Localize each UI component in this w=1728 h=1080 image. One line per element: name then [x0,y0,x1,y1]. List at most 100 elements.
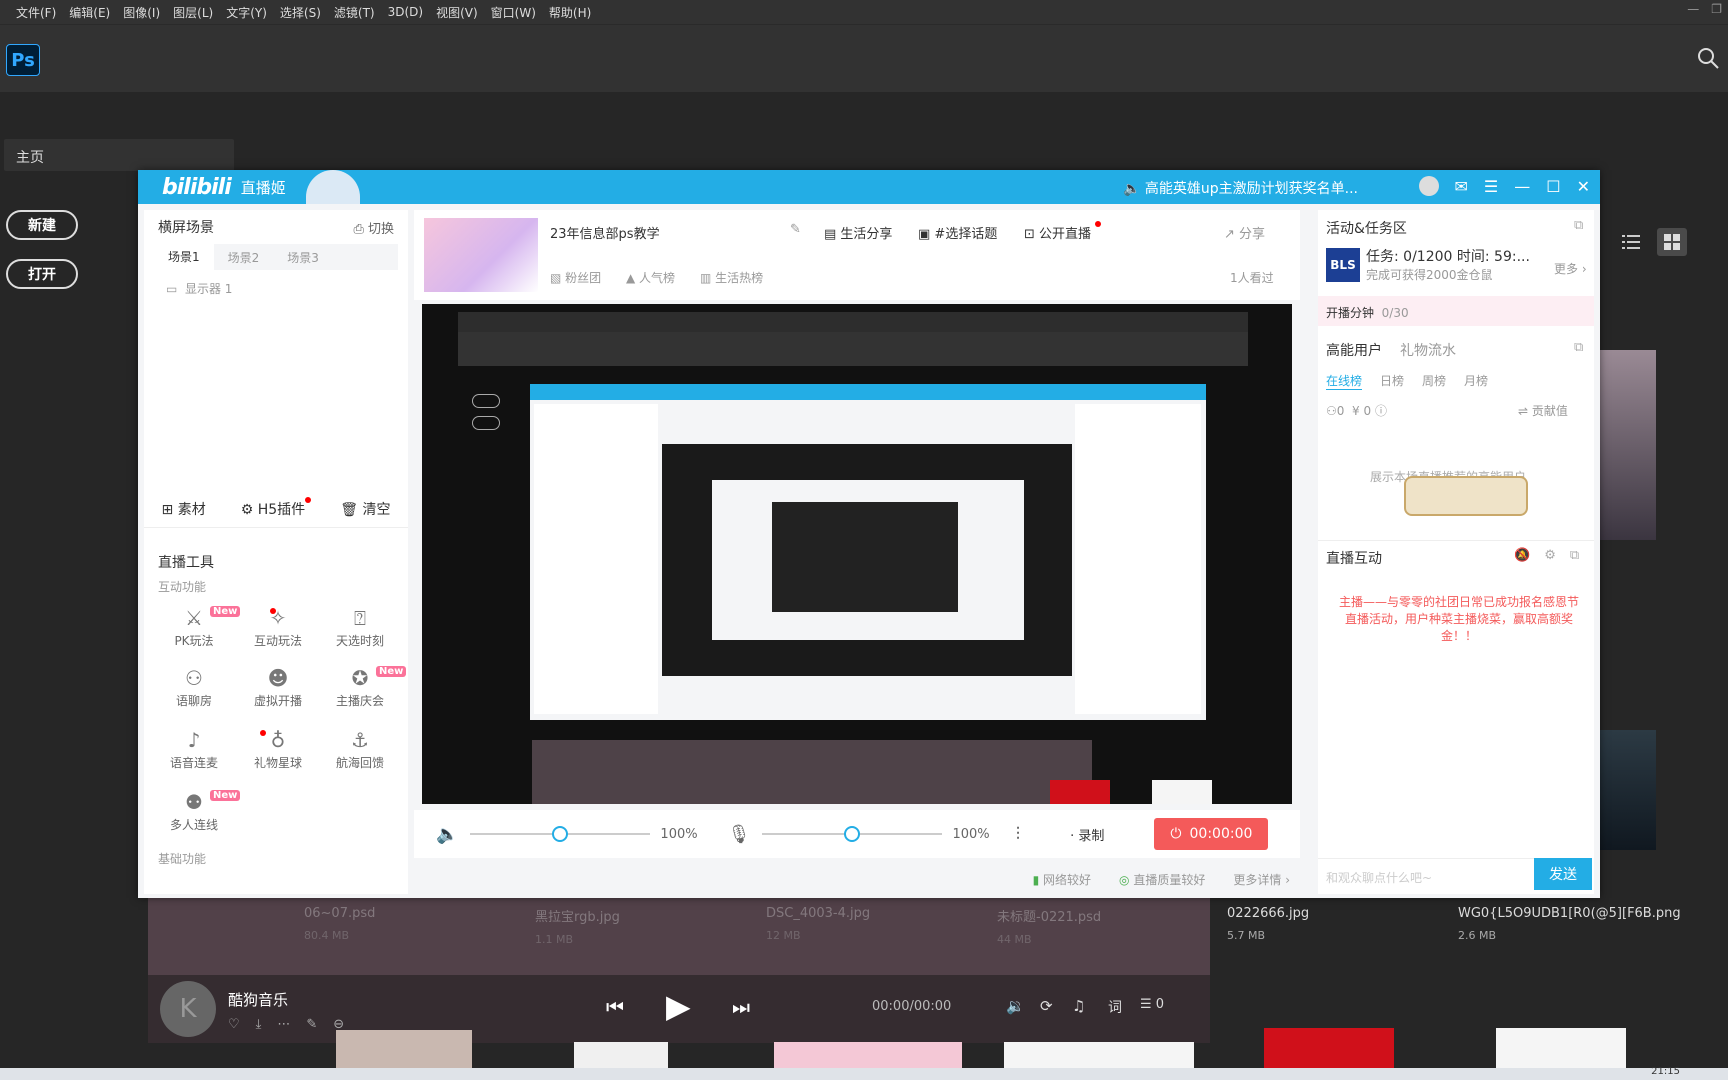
avatar[interactable] [1418,176,1439,196]
tool-virtual-live[interactable]: ☻ 虚拟开播 [238,666,318,709]
search-icon[interactable] [1696,46,1720,70]
menu-window[interactable]: 窗口(W) [491,4,536,21]
file-thumbnail[interactable] [336,1030,472,1068]
file-thumbnail[interactable] [574,1042,668,1068]
menu-help[interactable]: 帮助(H) [549,4,591,21]
maximize-icon[interactable]: ☐ [1546,177,1560,196]
menu-edit[interactable]: 编辑(E) [69,4,110,21]
menu-3d[interactable]: 3D(D) [388,5,423,19]
contribution-sort[interactable]: ⇌ 贡献值 [1518,402,1568,419]
menu-icon[interactable]: ☰ [1484,177,1498,196]
ps-home-nav[interactable]: 主页 [4,139,234,171]
edit-icon[interactable]: ✎ [790,222,801,237]
send-button[interactable]: 发送 [1534,858,1592,890]
menu-file[interactable]: 文件(F) [16,4,56,21]
minimize-icon[interactable]: — [1687,2,1699,16]
speaker-volume-slider[interactable] [470,826,651,842]
tab-month-rank[interactable]: 月榜 [1464,372,1488,390]
file-thumbnail[interactable] [1264,1028,1394,1068]
gear-icon[interactable]: ⚙ [1544,548,1556,563]
file-info[interactable]: 0222666.jpg 5.7 MB [1227,906,1309,942]
mixer-icon[interactable]: ⫶ [1016,824,1021,845]
file-info[interactable]: 06~07.psd 80.4 MB [304,906,375,942]
menu-layer[interactable]: 图层(L) [173,4,213,21]
clear-button[interactable]: 🗑 清空 [340,499,390,519]
tool-pk[interactable]: ⚔ PK玩法 New [154,606,241,649]
source-item[interactable]: ▭ 显示器 1 [144,270,408,307]
volume-icon[interactable]: 🔉 [1006,997,1025,1015]
bili-notice[interactable]: 🔈 高能英雄up主激励计划获奖名单... [1123,178,1358,198]
headphone-icon[interactable]: ♫ [1072,997,1085,1015]
mic-volume-slider[interactable] [762,826,943,842]
file-thumbnail[interactable] [774,1042,962,1068]
menu-type[interactable]: 文字(Y) [226,4,267,21]
tool-voice-link[interactable]: ♪ 语音连麦 [154,728,234,771]
live-preview[interactable] [422,304,1292,804]
tab-scene-1[interactable]: 场景1 [154,244,214,270]
prev-icon[interactable]: ⏮ [606,995,624,1019]
tab-high-users[interactable]: 高能用户 [1326,340,1382,360]
open-button[interactable]: 打开 [6,259,78,289]
tool-lucky-draw[interactable]: ⍰ 天选时刻 [320,606,400,649]
tool-multi-link[interactable]: ⚉ 多人连线 New [154,790,241,833]
more-tasks-link[interactable]: 更多 › [1554,260,1587,277]
minimize-icon[interactable]: — [1514,177,1530,196]
tool-voyage-reward[interactable]: ⚓ 航海回馈 [320,728,400,771]
tool-voice-room[interactable]: ⚇ 语聊房 [154,666,234,709]
tab-gift-flow[interactable]: 礼物流水 [1400,340,1456,360]
file-thumbnail[interactable] [1496,1028,1626,1068]
file-info[interactable]: WG0{L5O9UDB1[R0(@5][F6B.png 2.6 MB [1458,906,1681,942]
live-minutes-row[interactable]: 开播分钟 0/30 [1318,296,1594,326]
h5-plugin-button[interactable]: ⚙ H5插件 [241,496,312,519]
queue-button[interactable]: ☰ 0 [1140,997,1164,1012]
tool-interactive-play[interactable]: ✧ 互动玩法 [238,606,318,649]
file-info[interactable]: DSC_4003-4.jpg 12 MB [766,906,870,942]
popout-icon[interactable]: ⧉ [1574,340,1583,355]
more-details-link[interactable]: 更多详情 › [1233,871,1290,888]
share-button[interactable]: ↗ 分享 [1224,223,1265,242]
category-button[interactable]: ▤ 生活分享 [824,223,892,242]
lyric-button[interactable]: 词 [1108,997,1122,1017]
file-thumbnail[interactable] [1598,730,1656,850]
file-info[interactable]: 未标题-0221.psd 44 MB [997,906,1101,946]
microphone-icon[interactable]: 🎙 [728,824,751,845]
music-album-icon[interactable]: K [160,981,216,1037]
menu-image[interactable]: 图像(I) [123,4,160,21]
tool-celebration[interactable]: ✪ 主播庆会 New [320,666,407,709]
popular-button[interactable]: ▲ 人气榜 [626,269,675,286]
menu-filter[interactable]: 滤镜(T) [334,4,375,21]
slider-knob[interactable] [844,826,861,842]
menu-view[interactable]: 视图(V) [436,4,478,21]
tab-day-rank[interactable]: 日榜 [1380,372,1404,390]
mute-icon[interactable]: 🔕 [1514,548,1530,563]
room-title[interactable]: 23年信息部ps教学 [550,223,660,242]
new-button[interactable]: 新建 [6,210,78,240]
tab-online-rank[interactable]: 在线榜 [1326,372,1363,390]
tool-gift-planet[interactable]: ♁ 礼物星球 [238,728,318,771]
public-live-button[interactable]: ⊡ 公开直播 [1024,221,1102,242]
file-thumbnail[interactable] [1598,350,1656,540]
switch-button[interactable]: ⎙ 切换 [353,218,394,237]
room-cover[interactable] [424,218,538,292]
grid-view-icon[interactable] [1657,228,1687,256]
mail-icon[interactable]: ✉ [1455,177,1468,196]
hot-button[interactable]: ▥ 生活热榜 [700,269,763,286]
popout-icon[interactable]: ⧉ [1574,218,1583,233]
loop-icon[interactable]: ⟳ [1040,997,1053,1015]
next-icon[interactable]: ⏭ [732,995,750,1019]
slider-knob[interactable] [552,826,569,842]
close-icon[interactable]: ✕ [1577,177,1590,196]
list-view-icon[interactable] [1616,228,1646,256]
material-button[interactable]: ⊞ 素材 [162,499,206,519]
speaker-icon[interactable]: 🔈 [436,824,458,845]
popout-icon[interactable]: ⧉ [1570,548,1579,563]
start-live-button[interactable]: ⏻ 00:00:00 [1154,818,1269,850]
chat-input[interactable]: 和观众聊点什么吧~ [1318,858,1534,890]
play-icon[interactable]: ▶ [666,987,691,1025]
file-thumbnail[interactable] [1004,1042,1194,1068]
fans-button[interactable]: ▧ 粉丝团 [550,269,601,286]
tab-scene-2[interactable]: 场景2 [214,249,274,266]
tab-week-rank[interactable]: 周榜 [1422,372,1446,390]
record-button[interactable]: · 录制 [1070,825,1104,844]
menu-select[interactable]: 选择(S) [280,4,321,21]
